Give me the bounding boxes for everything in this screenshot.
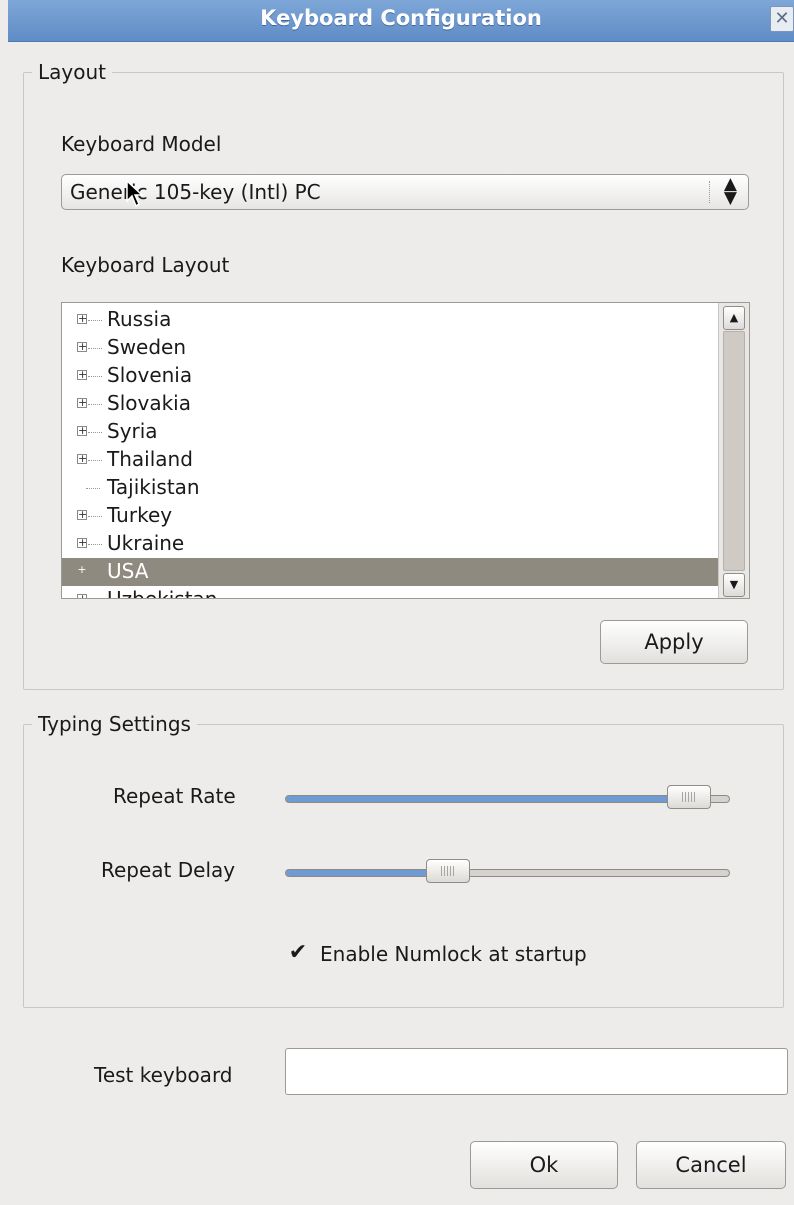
- expand-plus-icon[interactable]: +: [77, 313, 87, 324]
- expand-plus-icon[interactable]: +: [77, 425, 87, 436]
- tree-connector: [88, 320, 102, 321]
- repeat-delay-fill: [286, 870, 449, 876]
- expand-plus-icon[interactable]: +: [77, 453, 87, 464]
- layout-list-item-label: Slovakia: [107, 391, 191, 415]
- layout-list-item[interactable]: + Slovenia: [62, 362, 718, 390]
- layout-list-item-label: Turkey: [107, 503, 173, 527]
- repeat-rate-slider[interactable]: [285, 785, 730, 809]
- window-titlebar: Keyboard Configuration ✕: [8, 0, 794, 42]
- window-title: Keyboard Configuration: [260, 6, 542, 30]
- keyboard-layout-label: Keyboard Layout: [61, 253, 230, 277]
- layout-list-item[interactable]: + Syria: [62, 418, 718, 446]
- layout-list-item[interactable]: + Ukraine: [62, 530, 718, 558]
- repeat-delay-thumb[interactable]: [426, 859, 471, 883]
- numlock-checkbox[interactable]: ✔: [287, 942, 309, 965]
- tree-connector: [88, 544, 102, 545]
- typing-settings-legend: Typing Settings: [32, 712, 197, 736]
- repeat-rate-thumb[interactable]: [666, 785, 711, 809]
- scrollbar-thumb[interactable]: [723, 331, 745, 571]
- layout-list-item-label: Tajikistan: [107, 475, 200, 499]
- cancel-button[interactable]: Cancel: [636, 1141, 786, 1189]
- layout-list-item-label: Sweden: [107, 335, 187, 359]
- test-keyboard-input[interactable]: [285, 1048, 788, 1095]
- tree-connector: [88, 460, 102, 461]
- layout-list-item-label: Russia: [107, 307, 172, 331]
- expand-plus-icon[interactable]: +: [77, 369, 87, 380]
- layout-list-item[interactable]: Tajikistan: [62, 474, 718, 502]
- repeat-rate-fill: [286, 796, 689, 802]
- updown-arrows-icon: ▲ ▼: [723, 174, 737, 208]
- tree-connector: [88, 432, 102, 433]
- layout-list-item[interactable]: + Turkey: [62, 502, 718, 530]
- scroll-down-icon[interactable]: ▼: [723, 573, 745, 597]
- keyboard-model-label: Keyboard Model: [61, 132, 222, 156]
- layout-list-item[interactable]: + Thailand: [62, 446, 718, 474]
- layout-list-item-label: USA: [107, 559, 149, 583]
- tree-connector: [86, 488, 100, 489]
- keyboard-layout-list[interactable]: + Russia + Sweden + Slovenia + Slovakia + Syria + T…: [61, 302, 750, 599]
- tree-connector: [88, 348, 102, 349]
- combo-separator: [709, 181, 710, 203]
- layout-list-item[interactable]: + Uzbekistan: [62, 586, 718, 599]
- expand-plus-icon[interactable]: +: [77, 537, 87, 548]
- tree-connector: [88, 404, 102, 405]
- layout-list-item[interactable]: + USA: [62, 558, 718, 586]
- layout-list-item-label: Slovenia: [107, 363, 193, 387]
- expand-plus-icon[interactable]: +: [77, 564, 87, 576]
- mouse-pointer-icon: [126, 180, 144, 208]
- repeat-delay-slider[interactable]: [285, 859, 730, 883]
- layout-legend: Layout: [32, 60, 112, 84]
- layout-list-item[interactable]: + Slovakia: [62, 390, 718, 418]
- test-keyboard-label: Test keyboard: [94, 1063, 233, 1087]
- ok-button[interactable]: Ok: [470, 1141, 618, 1189]
- expand-plus-icon[interactable]: +: [77, 341, 87, 352]
- layout-list-item[interactable]: + Sweden: [62, 334, 718, 362]
- keyboard-model-select[interactable]: Generic 105-key (Intl) PC ▲ ▼: [61, 174, 749, 210]
- layout-list-item-label: Uzbekistan: [107, 587, 218, 599]
- tree-connector: [88, 516, 102, 517]
- layout-list-item[interactable]: + Russia: [62, 306, 718, 334]
- expand-plus-icon[interactable]: +: [77, 509, 87, 520]
- layout-list-scrollbar[interactable]: ▲ ▼: [718, 303, 749, 598]
- repeat-delay-label: Repeat Delay: [101, 858, 236, 882]
- scroll-up-icon[interactable]: ▲: [723, 306, 745, 330]
- layout-list-item-label: Thailand: [107, 447, 193, 471]
- expand-plus-icon[interactable]: +: [77, 397, 87, 408]
- keyboard-model-value: Generic 105-key (Intl) PC: [70, 180, 321, 204]
- close-icon[interactable]: ✕: [770, 6, 794, 32]
- expand-plus-icon[interactable]: +: [77, 593, 87, 598]
- layout-list-item-label: Ukraine: [107, 531, 185, 555]
- layout-list-item-label: Syria: [107, 419, 158, 443]
- repeat-rate-label: Repeat Rate: [113, 784, 236, 808]
- numlock-label[interactable]: Enable Numlock at startup: [320, 942, 587, 966]
- apply-button[interactable]: Apply: [600, 620, 748, 664]
- tree-connector: [88, 376, 102, 377]
